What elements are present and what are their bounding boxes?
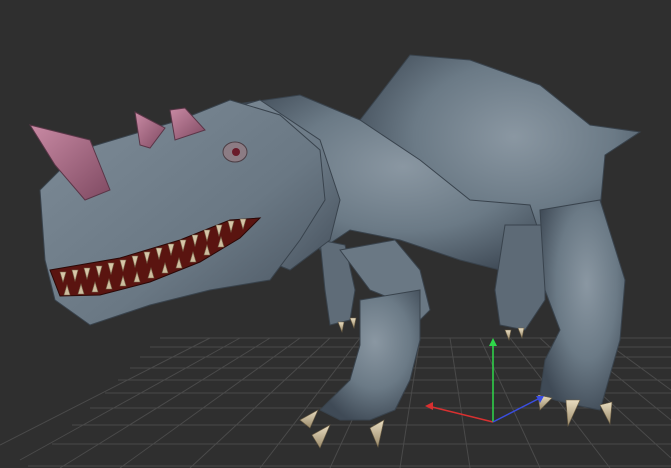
x-axis-arrow[interactable]	[425, 402, 433, 410]
3d-viewport[interactable]	[0, 0, 671, 468]
rear-leg-far	[494, 224, 546, 331]
z-axis-handle[interactable]	[492, 397, 541, 423]
scene-canvas[interactable]	[0, 0, 671, 468]
rear-leg-near	[539, 199, 626, 411]
dinosaur-model[interactable]	[28, 54, 642, 449]
y-axis-arrow[interactable]	[489, 338, 497, 346]
eye-pupil	[232, 148, 240, 156]
